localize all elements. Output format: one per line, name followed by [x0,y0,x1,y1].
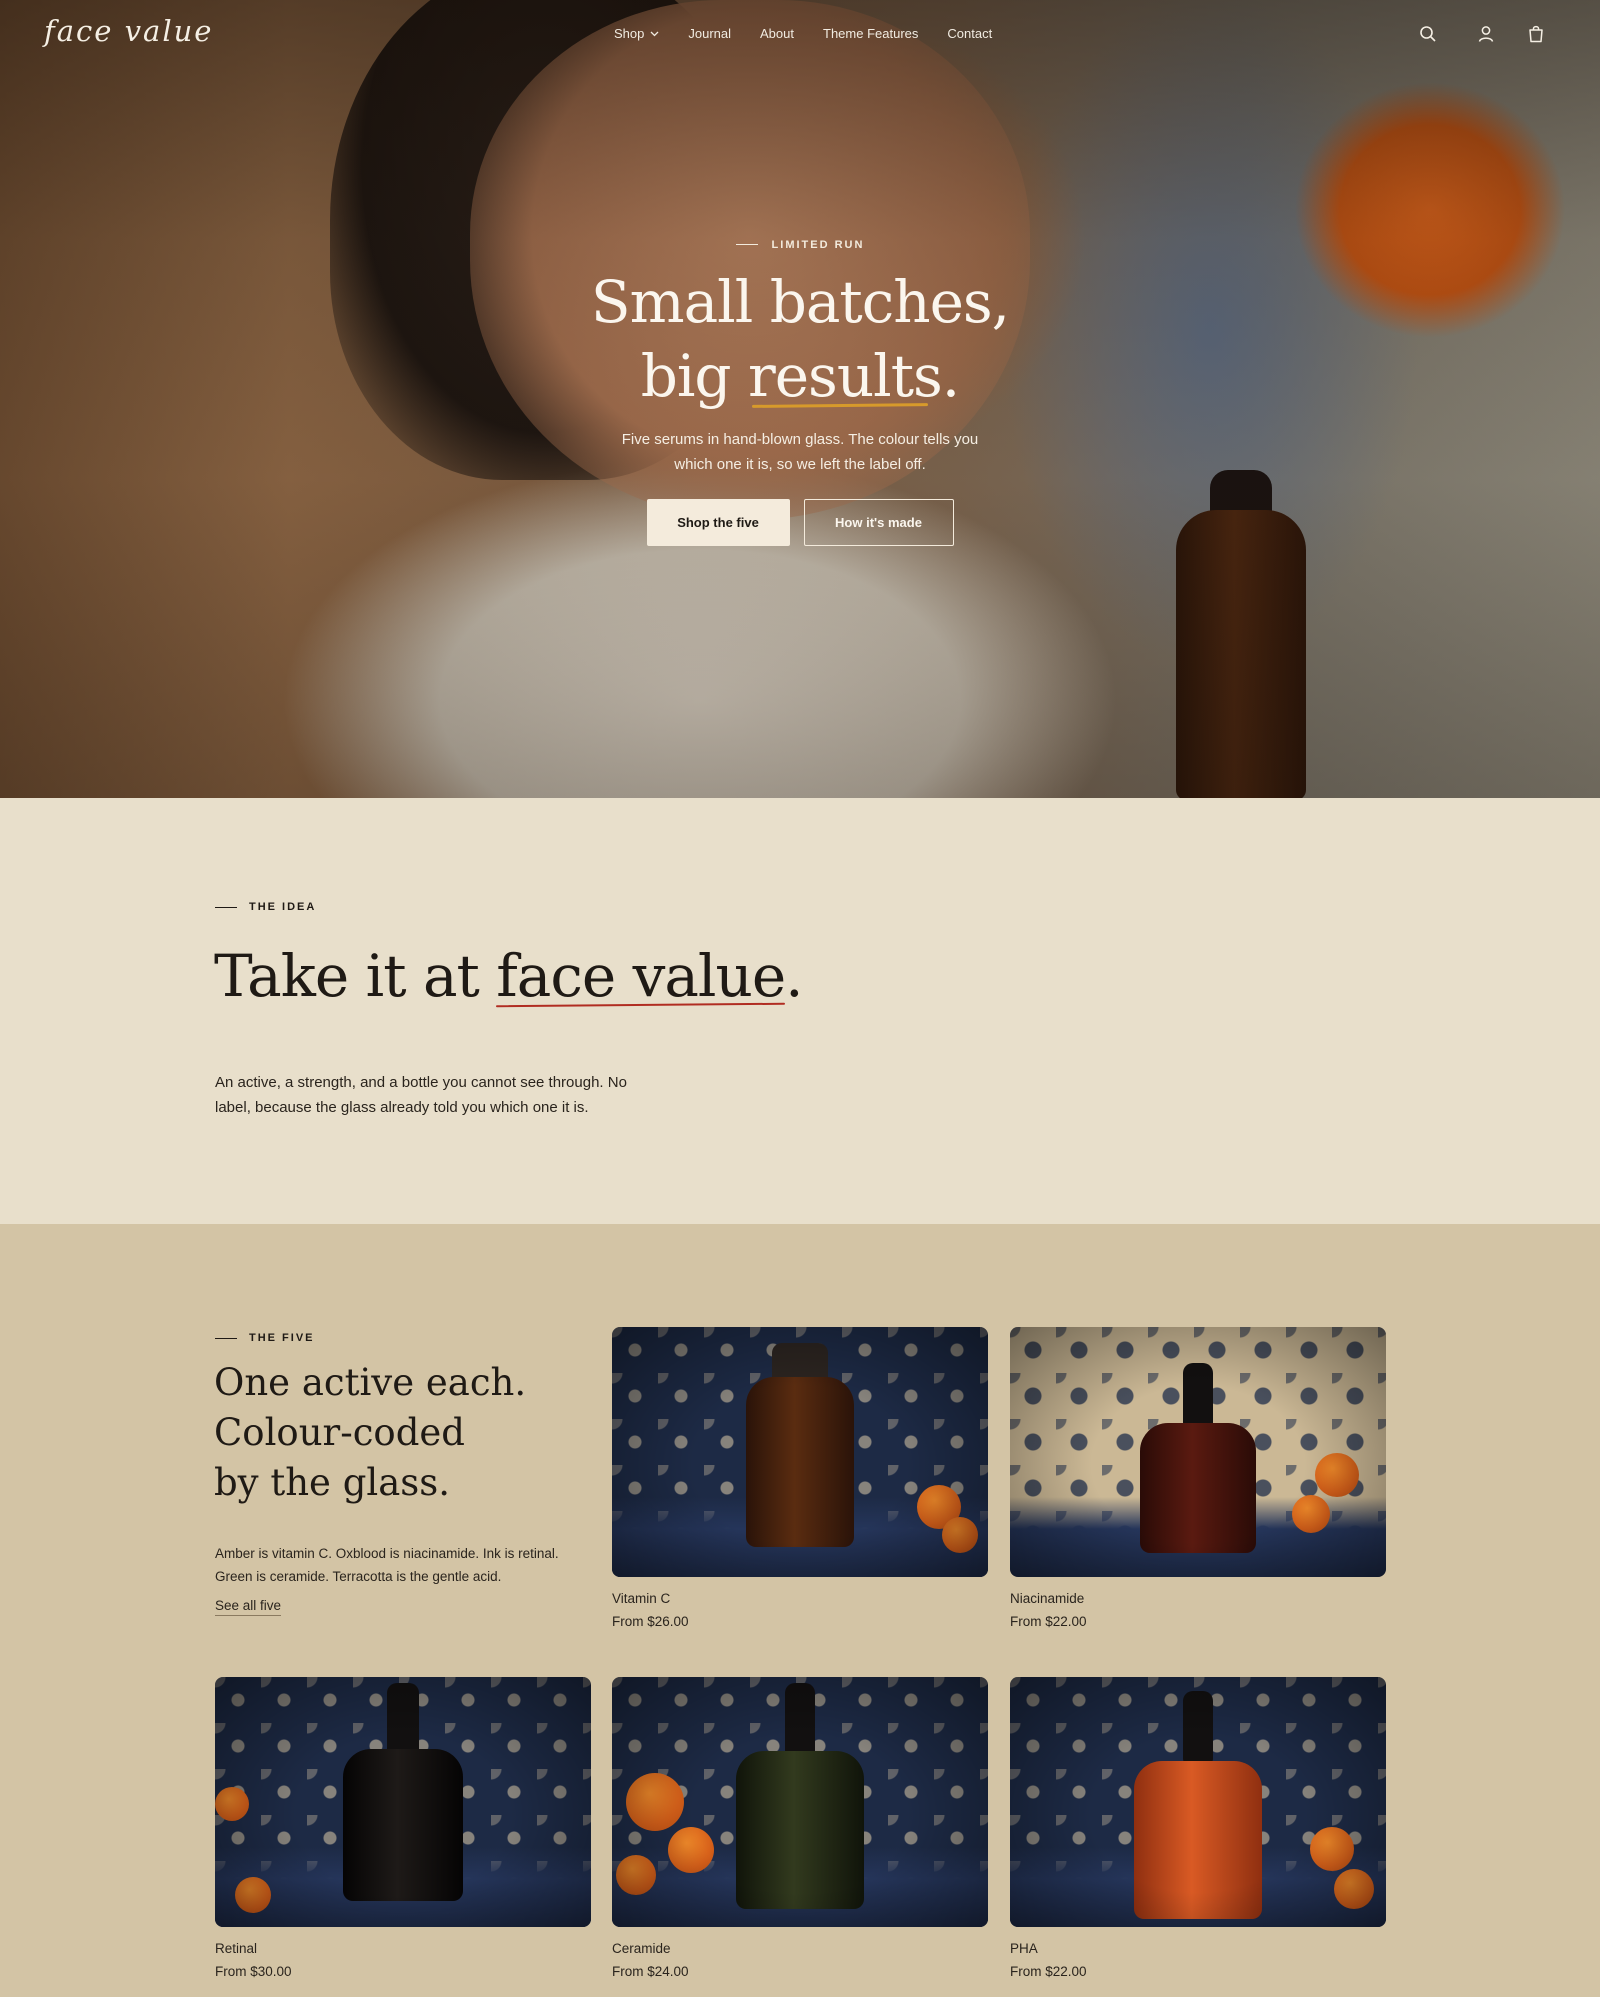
hero-subtitle: Five serums in hand-blown glass. The col… [621,430,979,473]
product-card-retinal[interactable]: Retinal From $30.00 [215,1677,591,1979]
main-menu: Shop Journal About Theme Features Contac… [614,26,1021,41]
five-title: One active each. Colour-coded by the gla… [214,1358,526,1508]
cart-icon[interactable] [1524,22,1548,46]
product-image[interactable] [215,1677,591,1927]
logo[interactable]: face value [44,14,213,48]
shop-the-five-button[interactable]: Shop the five [646,498,790,546]
menu-item-contact[interactable]: Contact [947,26,992,41]
hero-eyebrow: LIMITED RUN [735,238,865,251]
idea-section: THE IDEA Take it at face value. An activ… [0,798,1600,1224]
menu-item-about[interactable]: About [760,26,794,41]
product-price: From $26.00 [612,1614,689,1629]
product-name[interactable]: Ceramide [612,1941,988,1956]
header-icons [1400,22,1600,50]
image-vignette [1010,1327,1386,1577]
idea-title-pre: Take it at [214,942,497,1010]
product-name[interactable]: Retinal [215,1941,591,1956]
site-header: face value Shop Journal About Theme Feat… [0,0,1600,70]
product-card-niacinamide[interactable]: Niacinamide From $22.00 [1010,1327,1386,1629]
five-title-line1: One active each. [214,1361,527,1404]
idea-eyebrow: THE IDEA [215,901,316,913]
eyebrow-rule [215,906,237,908]
account-icon[interactable] [1474,22,1498,46]
image-vignette [612,1327,988,1577]
five-eyebrow: THE FIVE [215,1332,315,1344]
hero-buttons: Shop the five How it's made [0,498,1600,546]
product-card-pha[interactable]: PHA From $22.00 [1010,1677,1386,1979]
menu-item-theme-features[interactable]: Theme Features [823,26,918,41]
five-body: Amber is vitamin C. Oxblood is niacinami… [215,1546,559,1584]
idea-eyebrow-text: THE IDEA [249,901,317,913]
hero-title-underlined: results [748,339,943,413]
idea-title-underlined: face value [496,942,786,1010]
search-icon[interactable] [1416,22,1440,46]
image-vignette [1010,1677,1386,1927]
hero-title-line1: Small batches, [590,267,1010,336]
hero-title-line2-pre: big [640,341,748,410]
product-card-ceramide[interactable]: Ceramide From $24.00 [612,1677,988,1979]
hero-eyebrow-text: LIMITED RUN [771,238,865,251]
product-image[interactable] [612,1327,988,1577]
product-card-vitamin-c[interactable]: Vitamin C From $26.00 [612,1327,988,1629]
product-name[interactable]: PHA [1010,1941,1386,1956]
see-all-five-link[interactable]: See all five [215,1598,282,1616]
five-eyebrow-text: THE FIVE [249,1332,315,1344]
how-its-made-button[interactable]: How it's made [803,498,954,546]
product-image[interactable] [612,1677,988,1927]
product-price: From $30.00 [215,1964,292,1979]
chevron-down-icon [650,31,659,36]
eyebrow-rule [215,1337,237,1339]
product-name[interactable]: Niacinamide [1010,1591,1386,1606]
product-name[interactable]: Vitamin C [612,1591,988,1606]
hero-title-line2-post: . [941,341,960,410]
image-vignette [215,1677,591,1927]
product-image[interactable] [1010,1327,1386,1577]
product-price: From $22.00 [1010,1614,1087,1629]
image-vignette [612,1677,988,1927]
hero-title: Small batches, big results. [0,265,1600,413]
eyebrow-rule [735,244,758,245]
five-title-line3: by the glass. [214,1461,451,1504]
menu-item-journal[interactable]: Journal [688,26,731,41]
menu-item-shop[interactable]: Shop [614,26,659,41]
products-section: THE FIVE One active each. Colour-coded b… [0,1224,1600,1997]
idea-body: An active, a strength, and a bottle you … [215,1074,627,1116]
idea-title-post: . [785,942,803,1010]
idea-title: Take it at face value. [214,942,804,1010]
product-image[interactable] [1010,1677,1386,1927]
five-title-line2: Colour-coded [214,1411,465,1454]
menu-item-label: Shop [614,26,645,41]
hero-content: LIMITED RUN Small batches, big results. … [0,232,1600,546]
product-price: From $22.00 [1010,1964,1087,1979]
product-price: From $24.00 [612,1964,689,1979]
hero-banner: face value Shop Journal About Theme Feat… [0,0,1600,798]
